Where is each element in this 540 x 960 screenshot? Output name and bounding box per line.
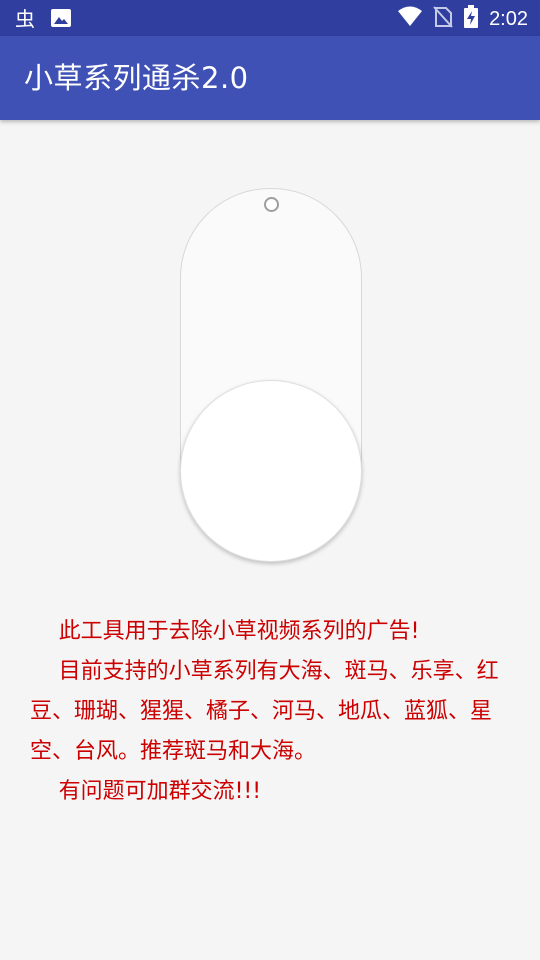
battery-charging-icon <box>463 5 479 33</box>
status-bar-left-icons: 虫 <box>14 5 72 35</box>
switch-indicator-dot <box>264 197 279 212</box>
app-bar: 小草系列通杀2.0 <box>0 36 540 120</box>
description-paragraph: 有问题可加群交流!!! <box>58 779 262 804</box>
svg-text:虫: 虫 <box>15 7 35 31</box>
status-bar-right-icons: 2:02 <box>397 5 528 33</box>
image-icon <box>50 7 72 33</box>
ad-removal-switch[interactable] <box>180 188 362 562</box>
switch-knob[interactable] <box>180 380 362 562</box>
description-text: 此工具用于去除小草视频系列的广告! 目前支持的小草系列有大海、斑马、乐享、红豆、… <box>30 612 500 812</box>
description-paragraph: 目前支持的小草系列有大海、斑马、乐享、红豆、珊瑚、猩猩、橘子、河马、地瓜、蓝狐、… <box>30 659 499 764</box>
status-time: 2:02 <box>489 8 528 30</box>
wifi-icon <box>397 5 423 33</box>
status-bar: 虫 2:02 <box>0 0 540 36</box>
debug-bug-icon: 虫 <box>14 5 40 35</box>
no-sim-icon <box>433 5 453 33</box>
description-paragraph: 此工具用于去除小草视频系列的广告! <box>58 619 420 644</box>
app-title: 小草系列通杀2.0 <box>24 61 249 95</box>
